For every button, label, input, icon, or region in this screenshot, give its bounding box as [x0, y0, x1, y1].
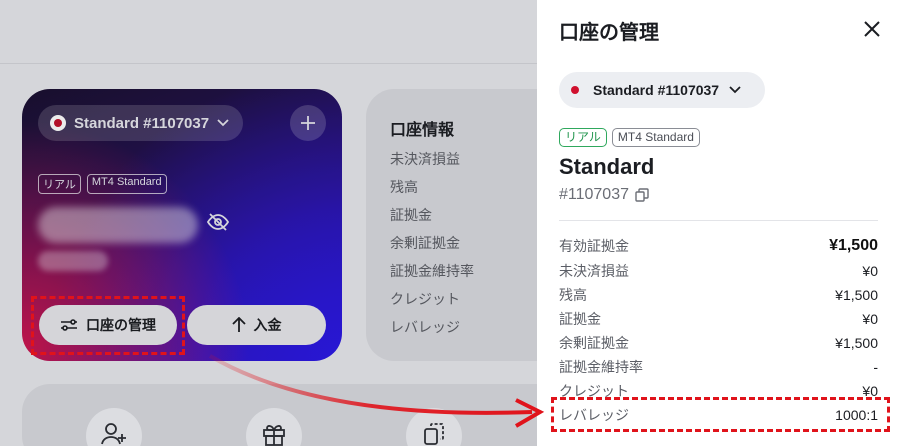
- info-item: 余剰証拠金: [390, 235, 460, 251]
- detail-value: -: [873, 359, 878, 375]
- detail-row: 証拠金維持率 -: [559, 355, 878, 379]
- detail-label: 有効証拠金: [559, 237, 629, 254]
- detail-label: 証拠金: [559, 311, 601, 327]
- close-icon: [864, 21, 880, 37]
- real-tag: リアル: [559, 128, 607, 147]
- account-info-title: 口座情報: [390, 122, 455, 139]
- detail-row: 未決済損益 ¥0: [559, 259, 878, 283]
- transfer-icon: [424, 423, 444, 445]
- detail-value: ¥1,500: [829, 236, 878, 254]
- account-status-dot: [571, 86, 579, 94]
- info-item: 証拠金: [390, 207, 432, 223]
- leverage-highlight: [551, 397, 890, 432]
- detail-label: 余剰証拠金: [559, 335, 629, 351]
- info-item: 残高: [390, 179, 418, 195]
- manage-button-highlight: [31, 296, 185, 355]
- copy-icon[interactable]: [635, 188, 649, 202]
- panel-title: 口座の管理: [559, 22, 659, 44]
- account-number: #1107037: [559, 186, 629, 203]
- account-selector-label: Standard #1107037: [593, 82, 720, 98]
- platform-tag: MT4 Standard: [611, 128, 700, 147]
- detail-row: 残高 ¥1,500: [559, 283, 878, 307]
- info-item: 未決済損益: [390, 151, 460, 167]
- detail-value: ¥0: [862, 311, 878, 327]
- real-tag: リアル: [38, 174, 81, 194]
- deposit-label: 入金: [253, 317, 282, 333]
- hidden-subvalue: [38, 251, 108, 271]
- eye-off-icon[interactable]: [206, 210, 230, 234]
- detail-label: 未決済損益: [559, 263, 629, 279]
- account-number-row: #1107037: [559, 186, 649, 204]
- account-switcher-label: Standard #1107037: [74, 114, 210, 132]
- close-button[interactable]: [859, 16, 885, 42]
- info-item: レバレッジ: [390, 319, 460, 335]
- detail-row: 証拠金 ¥0: [559, 307, 878, 331]
- deposit-button[interactable]: 入金: [187, 305, 326, 345]
- hidden-balance: [38, 207, 198, 243]
- plus-icon: [301, 116, 315, 130]
- detail-value: ¥1,500: [835, 287, 878, 303]
- account-selector[interactable]: Standard #1107037: [559, 72, 765, 108]
- gift-icon: [263, 425, 285, 446]
- info-item: 証拠金維持率: [390, 263, 474, 279]
- user-add-icon: [101, 423, 126, 445]
- chevron-down-icon: [217, 116, 229, 130]
- detail-row-equity: 有効証拠金 ¥1,500: [559, 233, 878, 258]
- arrow-up-icon: [231, 317, 246, 332]
- divider: [559, 220, 878, 221]
- add-account-button[interactable]: [290, 105, 326, 141]
- account-switcher[interactable]: Standard #1107037: [38, 105, 243, 141]
- detail-row: 余剰証拠金 ¥1,500: [559, 331, 878, 355]
- detail-value: ¥0: [862, 263, 878, 279]
- detail-label: 証拠金維持率: [559, 359, 643, 375]
- account-flag-icon: [50, 115, 66, 131]
- detail-value: ¥1,500: [835, 335, 878, 351]
- detail-label: 残高: [559, 287, 587, 303]
- chevron-down-icon: [729, 86, 741, 94]
- platform-tag: MT4 Standard: [86, 174, 167, 194]
- account-info-card: 口座情報 未決済損益 残高 証拠金 余剰証拠金 証拠金維持率 クレジット レバレ…: [366, 89, 566, 361]
- account-type: Standard: [559, 154, 655, 179]
- account-management-panel: 口座の管理 Standard #1107037 リアル MT4 Standard…: [537, 0, 900, 446]
- info-item: クレジット: [390, 291, 460, 307]
